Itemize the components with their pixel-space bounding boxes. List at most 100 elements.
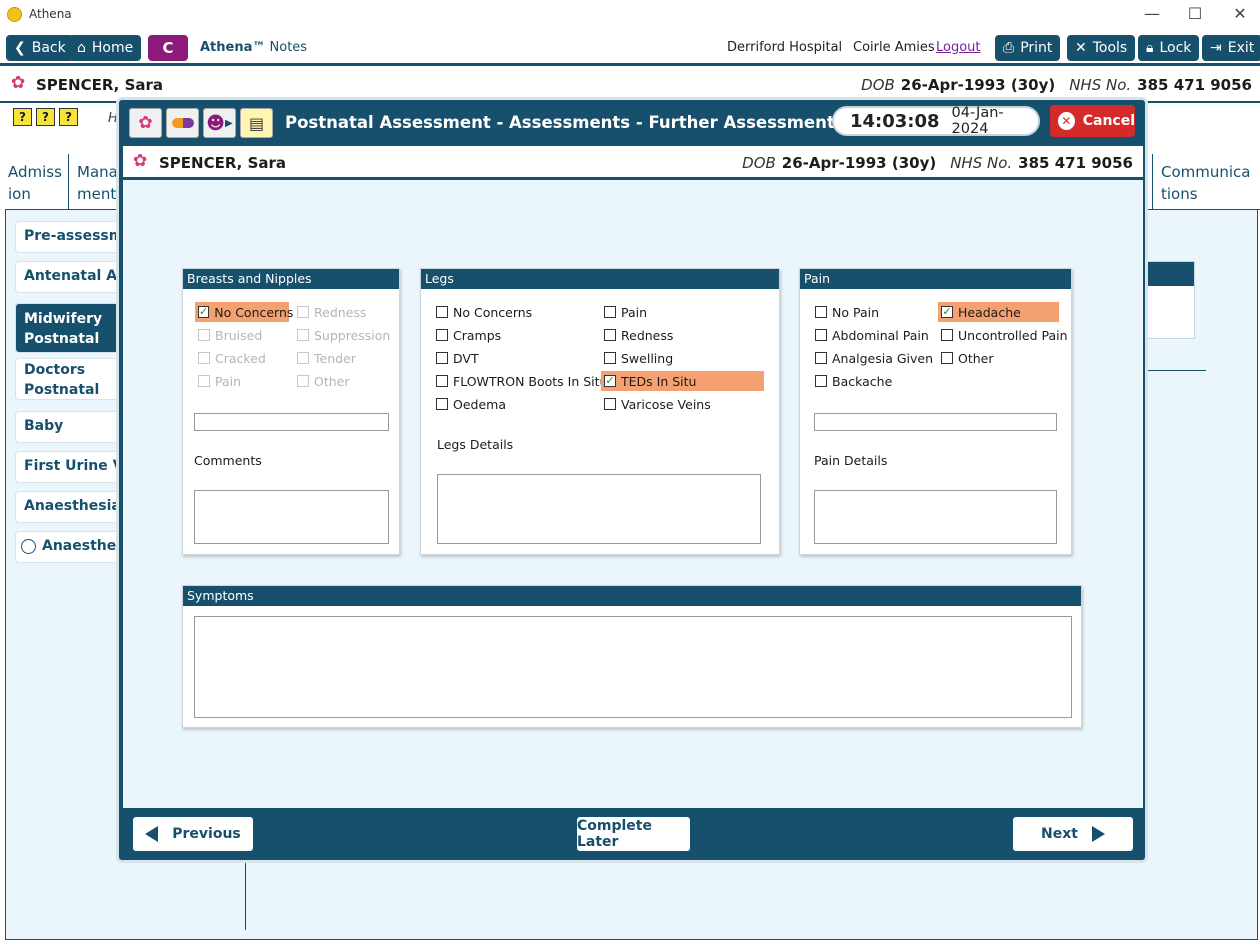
next-label: Next <box>1041 826 1078 842</box>
checkbox-label: No Concerns <box>453 304 533 320</box>
minimize-button[interactable]: — <box>1141 4 1163 24</box>
cancel-button[interactable]: ✕ Cancel <box>1050 105 1135 137</box>
checkbox-label: Headache <box>958 304 1021 320</box>
exit-label: Exit <box>1227 40 1255 56</box>
printer-icon: ⎙ <box>1003 40 1015 56</box>
checkbox-uncontrolled-pain[interactable]: Uncontrolled Pain <box>938 325 1068 345</box>
checkbox-no-pain[interactable]: No Pain <box>812 302 879 322</box>
baby-icon[interactable]: ☻ ▶ <box>203 108 236 138</box>
checkbox-cramps[interactable]: Cramps <box>433 325 501 345</box>
tools-button[interactable]: ✕ Tools <box>1067 35 1136 61</box>
next-button[interactable]: Next <box>1013 817 1133 851</box>
sidebar-item-anaesthesia[interactable]: Anaesthesia <box>15 531 125 563</box>
sidebar-item-baby[interactable]: Baby <box>15 411 125 443</box>
checkbox-bruised: Bruised <box>195 325 262 345</box>
flower-icon[interactable]: ✿ <box>129 108 162 138</box>
close-window-button[interactable]: ✕ <box>1229 4 1251 24</box>
cancel-label: Cancel <box>1082 113 1135 129</box>
panel-title: Legs <box>421 269 779 289</box>
sidebar-item-anaesthesia-info[interactable]: Anaesthesia Information <box>15 491 125 523</box>
panel-title: Pain <box>800 269 1071 289</box>
sidebar-item-midwifery-postnatal[interactable]: Midwifery Postnatal Assessments <box>15 303 125 353</box>
checkbox-pain[interactable]: Pain <box>601 302 647 322</box>
home-icon: ⌂ <box>77 40 86 56</box>
checkbox-swelling[interactable]: Swelling <box>601 348 673 368</box>
medication-icon[interactable] <box>166 108 199 138</box>
tab-communications[interactable]: Communica tions <box>1152 154 1256 210</box>
pain-details-textarea[interactable] <box>814 490 1057 544</box>
help-icon[interactable]: ? <box>59 108 78 126</box>
checkbox-redness[interactable]: Redness <box>601 325 673 345</box>
main-toolbar: ❮ Back ⌂ Home C Athena™ Notes Derriford … <box>0 30 1260 66</box>
checkbox-varicose-veins[interactable]: Varicose Veins <box>601 394 711 414</box>
help-icon[interactable]: ? <box>13 108 32 126</box>
app-module-name: Notes <box>269 40 308 55</box>
symptoms-textarea[interactable] <box>194 616 1072 718</box>
checkbox-no-concerns[interactable]: ✓ No Concerns <box>195 302 293 322</box>
back-button[interactable]: ❮ Back <box>6 35 74 61</box>
nhs-value: 385 471 9056 <box>1137 76 1252 94</box>
checkbox-headache[interactable]: ✓ Headache <box>938 302 1059 322</box>
back-label: Back <box>31 40 66 56</box>
user-name: Coirle Amies <box>853 40 935 55</box>
lock-button[interactable]: 🔒︎ Lock <box>1138 35 1200 61</box>
home-button[interactable]: ⌂ Home <box>69 35 142 61</box>
breasts-other-input[interactable] <box>194 413 389 431</box>
checkbox-flowtron-boots[interactable]: FLOWTRON Boots In Situ <box>433 371 607 391</box>
dob-value: 26-Apr-1993 (30y) <box>781 154 937 172</box>
checkbox-backache[interactable]: Backache <box>812 371 892 391</box>
pain-other-input[interactable] <box>814 413 1057 431</box>
checkbox-label: Suppression <box>314 327 391 343</box>
notes-icon[interactable]: ▤ <box>240 108 273 138</box>
app-brand-name: Athena™ <box>200 40 266 55</box>
modal-patient-banner: ✿ SPENCER, Sara DOB 26-Apr-1993 (30y) NHS … <box>123 146 1143 180</box>
checkbox-label: TEDs In Situ <box>621 373 697 389</box>
checkmark-icon: ✓ <box>604 374 616 387</box>
time-value: 14:03:08 <box>850 110 940 132</box>
window-title-bar: Athena — ☐ ✕ <box>0 0 1260 30</box>
tab-admission[interactable]: Admiss ion <box>0 154 69 210</box>
legs-panel: Legs No Concerns Pain Cramps Redness DVT… <box>420 268 780 555</box>
logout-link[interactable]: Logout <box>936 40 981 55</box>
print-button[interactable]: ⎙ Print <box>995 35 1061 61</box>
previous-button[interactable]: Previous <box>133 817 253 851</box>
checkbox-label: Pain <box>215 373 242 389</box>
patient-banner: ✿ SPENCER, Sara DOB 26-Apr-1993 (30y) NHS … <box>0 69 1260 100</box>
maximize-button[interactable]: ☐ <box>1184 4 1206 24</box>
sidebar-item-antenatal[interactable]: Antenatal Assessments <box>15 261 125 293</box>
sidebar-item-doctors-postnatal[interactable]: Doctors Postnatal Assessments <box>15 358 125 400</box>
checkbox-other[interactable]: Other <box>938 348 994 368</box>
checkbox-label: Oedema <box>453 396 506 412</box>
checkbox-dvt[interactable]: DVT <box>433 348 479 368</box>
legs-details-textarea[interactable] <box>437 474 761 544</box>
modal-footer: Previous Complete Later Next <box>123 808 1143 858</box>
close-icon: ✕ <box>1058 112 1075 130</box>
complete-later-button[interactable]: Complete Later <box>577 817 690 851</box>
checkbox-label: Pain <box>621 304 648 320</box>
checkbox-oedema[interactable]: Oedema <box>433 394 506 414</box>
exit-button[interactable]: ⇥ Exit <box>1202 35 1260 61</box>
legs-details-label: Legs Details <box>437 437 514 452</box>
checkbox-teds-in-situ[interactable]: ✓ TEDs In Situ <box>601 371 764 391</box>
checkbox-label: Other <box>958 350 994 366</box>
window-title: Athena <box>29 7 72 21</box>
exit-icon: ⇥ <box>1210 40 1222 56</box>
flower-icon: ✿ <box>133 151 148 171</box>
checkbox-no-concerns[interactable]: No Concerns <box>433 302 532 322</box>
patient-name: SPENCER, Sara <box>159 154 287 172</box>
sidebar-item-pre-assessment[interactable]: Pre-assessment <box>15 221 125 253</box>
datetime-display[interactable]: 14:03:08 04-Jan-2024 <box>832 105 1040 137</box>
checkmark-icon: ✓ <box>941 305 953 318</box>
help-icon[interactable]: ? <box>36 108 55 126</box>
checkbox-label: Other <box>314 373 350 389</box>
dob-label: DOB <box>861 76 895 94</box>
checkbox-analgesia-given[interactable]: Analgesia Given <box>812 348 933 368</box>
further-assessment-modal: ✿ ☻ ▶ ▤ Postnatal Assessment - Assessment… <box>116 97 1148 863</box>
comments-textarea[interactable] <box>194 490 389 544</box>
checkbox-label: No Pain <box>832 304 880 320</box>
sidebar-item-first-urine-void[interactable]: First Urine Void <box>15 451 125 483</box>
checkbox-abdominal-pain[interactable]: Abdominal Pain <box>812 325 929 345</box>
c-button[interactable]: C <box>148 35 188 61</box>
pain-details-label: Pain Details <box>814 453 888 468</box>
checkbox-label: FLOWTRON Boots In Situ <box>453 373 608 389</box>
